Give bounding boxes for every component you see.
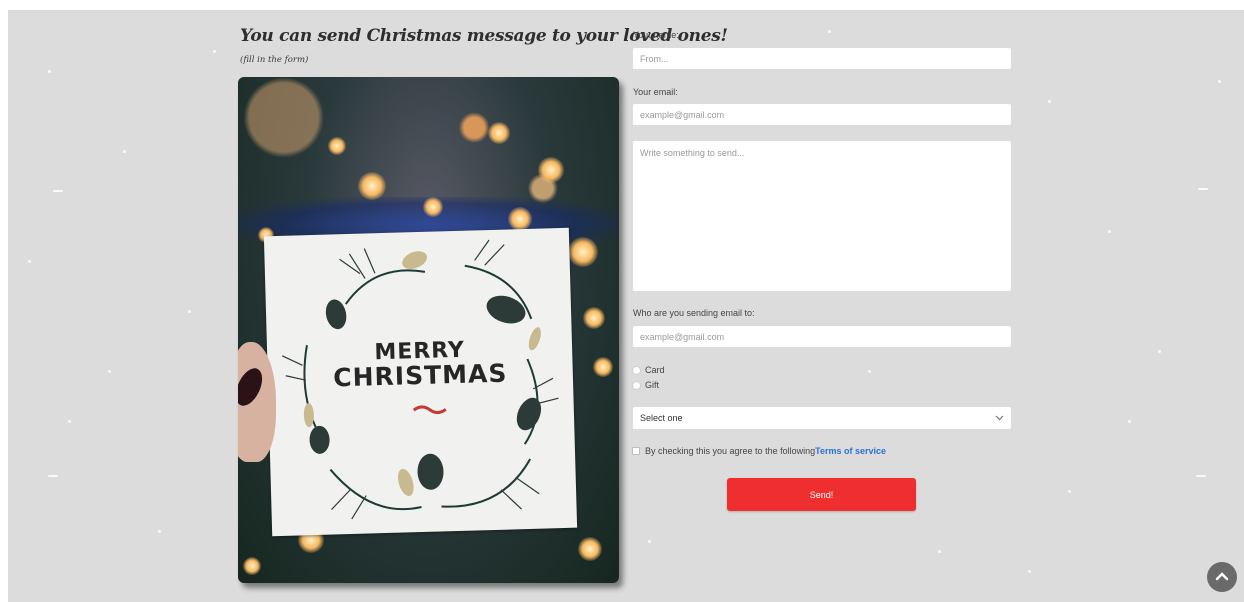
radio-label-card: Card [645,365,665,375]
name-input[interactable] [633,48,1011,69]
bokeh-light [583,307,605,329]
name-label: Your name: [633,30,679,40]
recipient-email-input[interactable] [633,326,1011,347]
select-value: Select one [640,413,683,423]
radio-option-card[interactable]: Card [632,364,665,376]
page-background: You can send Christmas message to your l… [8,10,1244,602]
bokeh-light [568,237,598,267]
terms-agreement: By checking this you agree to the follow… [632,445,886,457]
send-button[interactable]: Send! [727,478,916,511]
bokeh-light [578,537,602,561]
bokeh-light [243,557,261,575]
radio-button[interactable] [632,365,641,375]
bokeh-light [538,157,564,183]
card-greeting-text: MERRY CHRISTMAS [267,336,573,394]
radio-button[interactable] [632,380,641,390]
terms-text: By checking this you agree to the follow… [645,446,816,456]
chevron-down-icon [995,413,1004,423]
greeting-card: MERRY CHRISTMAS [263,227,578,537]
scroll-to-top-button[interactable] [1207,562,1237,592]
bokeh-light [423,197,443,217]
chevron-up-icon [1215,568,1229,586]
terms-checkbox[interactable] [632,447,640,455]
radio-label-gift: Gift [645,380,660,390]
page-headline: You can send Christmas message to your l… [240,26,728,46]
bokeh-light [488,122,510,144]
email-input[interactable] [633,104,1011,125]
email-label: Your email: [633,87,678,97]
page-subheadline: (fill in the form) [240,55,309,65]
bokeh-light [358,172,386,200]
message-textarea[interactable] [633,141,1011,291]
radio-option-gift[interactable]: Gift [632,379,659,391]
bokeh-light [328,137,346,155]
recipient-label: Who are you sending email to: [633,308,755,318]
bokeh-light [593,357,613,377]
terms-of-service-link[interactable]: Terms of service [815,446,886,456]
christmas-card-photo: MERRY CHRISTMAS [238,77,619,583]
gift-select-dropdown[interactable]: Select one [633,407,1011,429]
bokeh-light [508,207,532,231]
